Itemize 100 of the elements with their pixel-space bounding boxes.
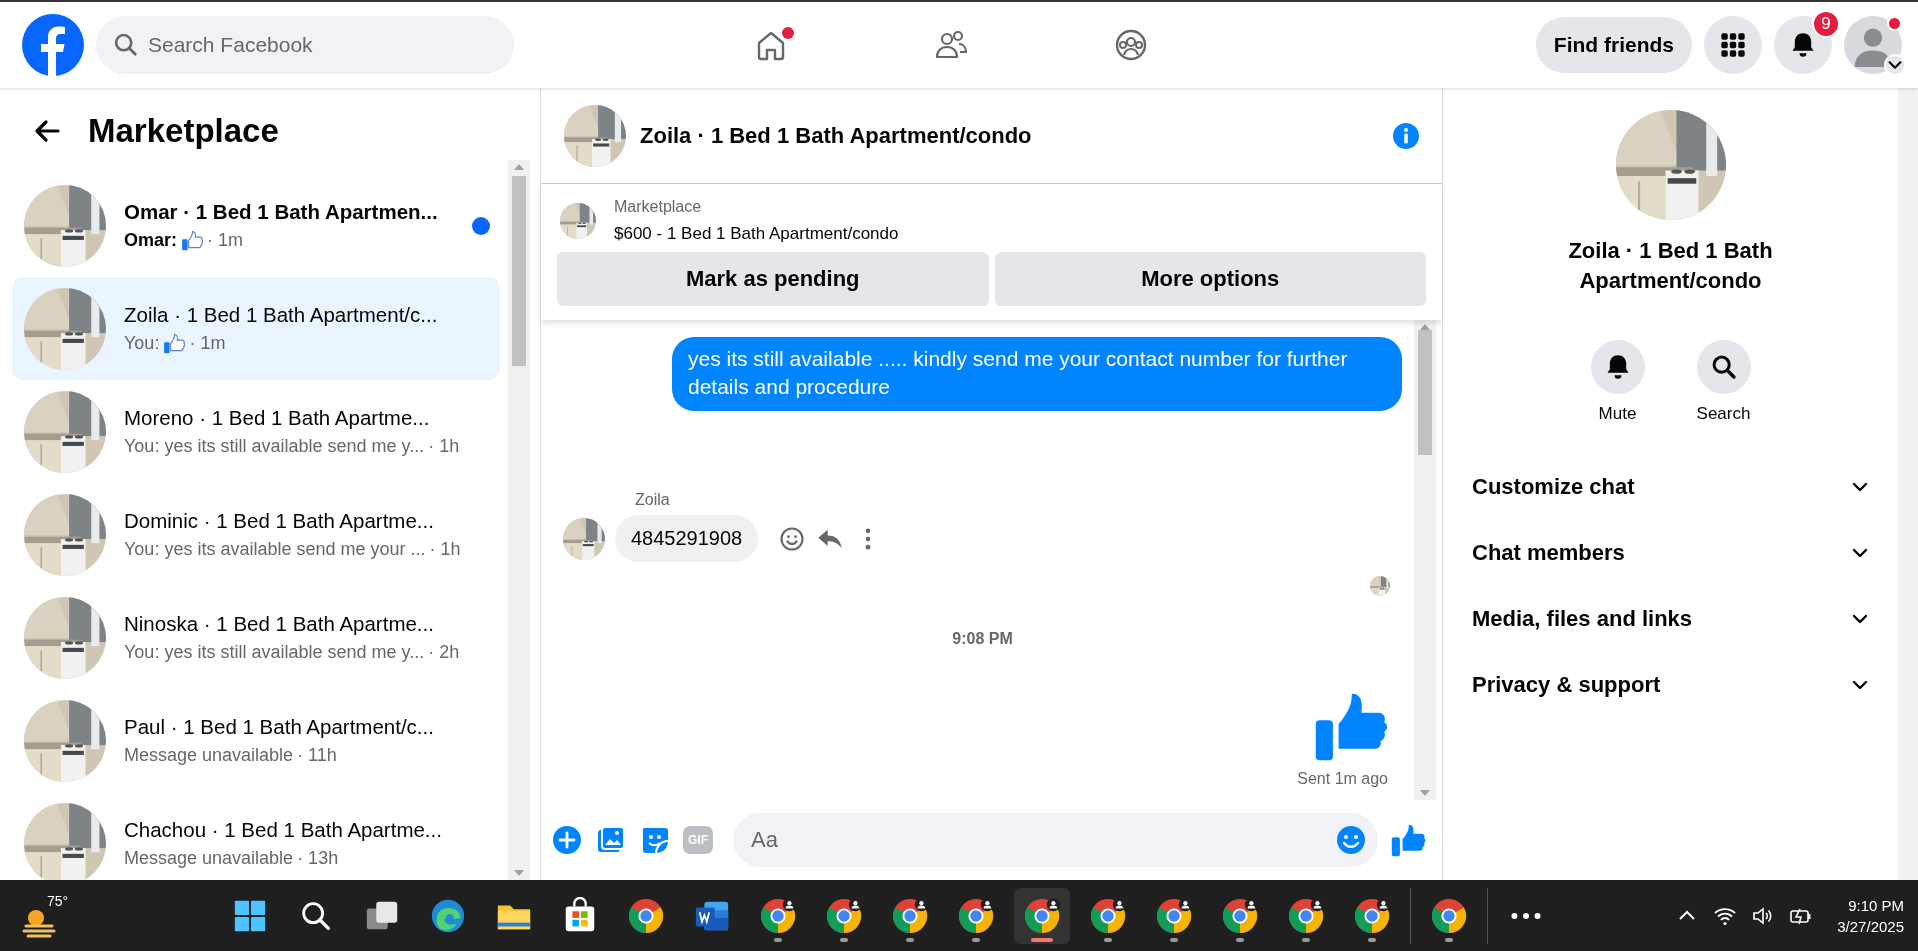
message-time: · 1h — [428, 436, 460, 457]
unread-dot — [472, 216, 490, 235]
scrollbar[interactable] — [508, 160, 530, 880]
section-title: Chat members — [1472, 540, 1625, 566]
section-toggle[interactable]: Media, files and links — [1459, 586, 1882, 652]
emoji-icon[interactable] — [1335, 824, 1367, 856]
chrome-icon — [1023, 896, 1061, 935]
conversation-name: Moreno · 1 Bed 1 Bath Apartme... — [124, 406, 431, 430]
listing-label: Marketplace — [614, 198, 703, 216]
conversation-item[interactable]: Chachou · 1 Bed 1 Bath Apartme... Message unavailable · 13h — [12, 792, 500, 880]
more-icon — [1511, 910, 1541, 921]
conversation-name: Chachou · 1 Bed 1 Bath Apartme... — [124, 818, 442, 842]
plus-icon — [551, 824, 583, 856]
section-toggle[interactable]: Chat members — [1459, 520, 1882, 586]
search-icon — [112, 31, 140, 59]
listing-action-button[interactable]: More options — [994, 252, 1426, 306]
chrome-icon — [627, 896, 665, 935]
message-time: · 13h — [297, 848, 339, 869]
chat-title: Zoila · 1 Bed 1 Bath Apartment/condo — [640, 122, 1033, 149]
temperature: 75° — [47, 892, 69, 909]
section-toggle[interactable]: Customize chat — [1459, 454, 1882, 520]
notification-dot — [782, 27, 794, 39]
notification-badge: 9 — [1812, 10, 1840, 38]
chrome-icon — [1353, 896, 1391, 935]
delivery-status: Sent 1m ago — [1297, 770, 1388, 788]
chrome-icon — [891, 896, 929, 935]
conversation-name: Zoila · 1 Bed 1 Bath Apartment/c... — [124, 302, 438, 327]
message-bubble: yes its still available ..... kindly send me your contact number for further details and procedure — [672, 337, 1402, 411]
chrome-icon — [825, 896, 863, 935]
message-sender: Omar: — [124, 230, 177, 251]
taskbar-button[interactable] — [1014, 887, 1070, 944]
message-time: · 1h — [429, 539, 461, 560]
running-indicator — [1368, 937, 1376, 942]
mute-button[interactable] — [1590, 340, 1645, 394]
conversation-item[interactable]: Omar · 1 Bed 1 Bath Apartmen... Omar: · 1m — [12, 174, 500, 277]
running-indicator — [906, 937, 914, 942]
search-button[interactable] — [1696, 340, 1751, 394]
section-title: Privacy & support — [1472, 672, 1661, 698]
page-title: Marketplace — [88, 112, 279, 150]
message-time: · 1m — [189, 333, 226, 354]
thumbs-up-icon[interactable] — [1390, 822, 1426, 858]
conversation-item[interactable]: Ninoska · 1 Bed 1 Bath Apartme... You: yes its still available send me y... · 2h — [12, 586, 500, 689]
search-field[interactable]: Search Facebook — [96, 16, 514, 74]
action-label: Search — [1696, 404, 1751, 424]
message-preview: You: yes its available send me your ... — [124, 539, 426, 560]
info-icon[interactable] — [1392, 121, 1420, 150]
chrome-icon — [957, 896, 995, 935]
running-indicator — [1104, 937, 1112, 942]
chrome-icon — [1155, 896, 1193, 935]
find-friends-button[interactable]: Find friends — [1535, 17, 1692, 73]
grid-icon — [1719, 31, 1747, 59]
running-indicator — [972, 937, 980, 942]
chrome-icon — [759, 896, 797, 935]
running-indicator — [840, 937, 848, 942]
scrollbar-thumb[interactable] — [512, 176, 526, 366]
profile-button[interactable] — [1844, 16, 1902, 74]
conversation-item[interactable]: Paul · 1 Bed 1 Bath Apartment/c... Message unavailable · 11h — [12, 689, 500, 792]
section-toggle[interactable]: Privacy & support — [1459, 652, 1882, 718]
message-field[interactable]: Aa — [733, 813, 1378, 867]
logo-icon[interactable] — [22, 14, 84, 76]
running-indicator — [1445, 937, 1453, 942]
action-label: Mute — [1598, 404, 1637, 424]
chrome-icon — [1287, 896, 1325, 935]
message-preview: You: yes its still available send me y... — [124, 436, 425, 457]
scrollbar-thumb[interactable] — [1418, 330, 1432, 455]
running-indicator — [774, 937, 782, 942]
sender-name: Zoila — [635, 491, 671, 509]
message-preview: You: yes its still available send me y... — [124, 642, 425, 663]
conversation-item[interactable]: Moreno · 1 Bed 1 Bath Apartme... You: yes its still available send me y... · 1h — [12, 380, 500, 483]
chrome-icon — [1221, 896, 1259, 935]
running-indicator — [1302, 937, 1310, 942]
message-preview: Message unavailable — [124, 745, 294, 766]
chrome-icon — [1089, 896, 1127, 935]
scrollbar[interactable] — [1898, 88, 1918, 880]
add-button[interactable] — [551, 824, 583, 856]
message-time: · 11h — [297, 745, 337, 766]
conversation-item[interactable]: Zoila · 1 Bed 1 Bath Apartment/c... You: · 1m — [12, 277, 500, 380]
clock-time[interactable]: 9:10 PM — [1848, 896, 1904, 914]
message-time: · 2h — [428, 642, 460, 663]
contact-name: Zoila · 1 Bed 1 Bath Apartment/condo — [1567, 237, 1774, 295]
message-time: · 1m — [207, 230, 243, 251]
conversation-name: Paul · 1 Bed 1 Bath Apartment/c... — [124, 715, 434, 739]
listing-action-button[interactable]: Mark as pending — [557, 252, 989, 306]
conversation-name: Ninoska · 1 Bed 1 Bath Apartme... — [124, 612, 435, 636]
message-sender: You: — [124, 333, 160, 354]
conversation-name: Omar · 1 Bed 1 Bath Apartmen... — [124, 199, 438, 224]
clock-date[interactable]: 3/27/2025 — [1837, 917, 1904, 935]
running-indicator — [1031, 937, 1053, 942]
running-indicator — [1170, 937, 1178, 942]
conversation-item[interactable]: Dominic · 1 Bed 1 Bath Apartme... You: yes its available send me your ... · 1h — [12, 483, 500, 586]
message-preview: Message unavailable — [124, 848, 294, 869]
running-indicator — [1236, 937, 1244, 942]
section-title: Customize chat — [1472, 474, 1635, 500]
chrome-icon — [1430, 896, 1468, 935]
section-title: Media, files and links — [1472, 606, 1693, 632]
scrollbar[interactable] — [1414, 320, 1436, 800]
message-bubble: 4845291908 — [615, 515, 759, 562]
groups-icon — [1113, 27, 1149, 63]
listing-title: $600 - 1 Bed 1 Bath Apartment/condo — [614, 224, 899, 244]
conversation-name: Dominic · 1 Bed 1 Bath Apartme... — [124, 509, 435, 533]
